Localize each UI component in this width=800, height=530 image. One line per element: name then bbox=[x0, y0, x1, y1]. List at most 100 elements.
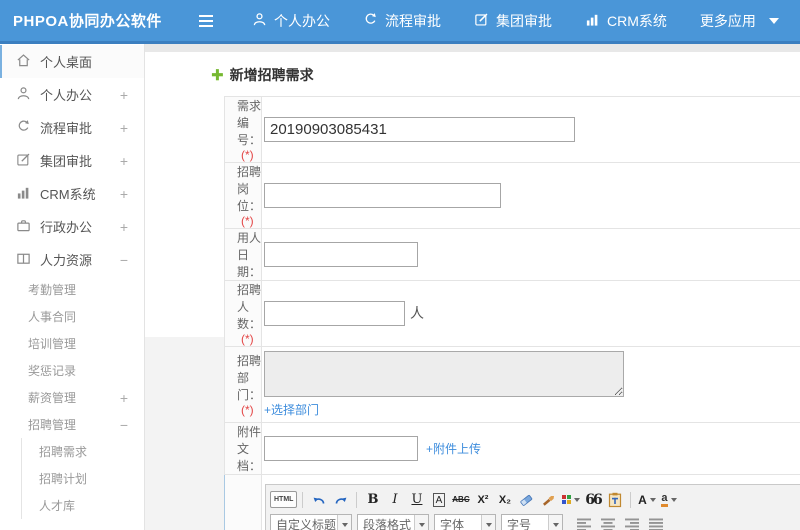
field-label: 用人日期： bbox=[237, 231, 262, 279]
align-right-button[interactable] bbox=[622, 514, 643, 530]
select-department-link[interactable]: +选择部门 bbox=[264, 401, 319, 418]
sidebar-item-human-resources[interactable]: 人力资源 − bbox=[0, 243, 144, 276]
blockquote-button[interactable]: 66 bbox=[582, 489, 603, 510]
submenu-label: 人才库 bbox=[39, 499, 76, 513]
expand-plus-icon[interactable]: + bbox=[120, 120, 128, 136]
recruit-count-input[interactable] bbox=[264, 301, 405, 326]
submenu-label: 人事合同 bbox=[28, 310, 77, 324]
caret-down-icon bbox=[649, 497, 656, 502]
redo-button[interactable] bbox=[330, 489, 351, 510]
select-value: 自定义标题 bbox=[276, 518, 337, 530]
field-label: 附件文档： bbox=[237, 425, 262, 473]
subscript-button[interactable]: X₂ bbox=[494, 489, 515, 510]
nav-crm-system[interactable]: CRM系统 bbox=[585, 11, 667, 31]
sidebar-item-label: 个人桌面 bbox=[40, 55, 93, 70]
editor-toolbar: HTML B I U A ABC X² X₂ 66 A a 自定义标题 段落格式… bbox=[266, 485, 800, 530]
font-family-select[interactable]: 字体 bbox=[434, 513, 496, 530]
sidebar-item-admin-office[interactable]: 行政办公 + bbox=[0, 210, 144, 243]
select-value: 字体 bbox=[440, 518, 465, 530]
nav-group-approval[interactable]: 集团审批 bbox=[474, 11, 552, 31]
nav-personal-office[interactable]: 个人办公 bbox=[252, 11, 330, 31]
sidebar-item-crm-system[interactable]: CRM系统 + bbox=[0, 177, 144, 210]
unit-suffix: 人 bbox=[410, 305, 424, 321]
nav-workflow-approval[interactable]: 流程审批 bbox=[363, 11, 441, 31]
attachment-input[interactable] bbox=[264, 436, 418, 461]
required-mark: (*) bbox=[241, 148, 254, 162]
align-justify-button[interactable] bbox=[646, 514, 667, 530]
sidebar-item-attendance[interactable]: 考勤管理 bbox=[0, 276, 144, 303]
editor-toolbar-row2: 自定义标题 段落格式 字体 字号 bbox=[270, 512, 800, 530]
alignment-buttons bbox=[574, 514, 667, 530]
hamburger-menu-icon[interactable] bbox=[198, 14, 214, 28]
expand-plus-icon[interactable]: + bbox=[120, 219, 128, 235]
employment-date-input[interactable] bbox=[264, 242, 418, 267]
undo-button[interactable] bbox=[308, 489, 329, 510]
source-code-button[interactable]: HTML bbox=[270, 491, 298, 508]
page-title: 新增招聘需求 bbox=[229, 67, 314, 83]
bar-chart-icon bbox=[16, 185, 31, 203]
collapse-minus-icon[interactable]: − bbox=[120, 417, 128, 433]
paste-clipboard-button[interactable] bbox=[604, 489, 625, 510]
toolbar-separator bbox=[356, 491, 358, 508]
submenu-label: 薪资管理 bbox=[28, 391, 77, 405]
bold-button[interactable]: B bbox=[362, 489, 383, 510]
sidebar-item-recruit-demand[interactable]: 招聘需求 bbox=[22, 438, 144, 465]
sidebar-item-reward-punishment[interactable]: 奖惩记录 bbox=[0, 357, 144, 384]
superscript-button[interactable]: X² bbox=[472, 489, 493, 510]
remove-format-eraser-button[interactable] bbox=[516, 489, 537, 510]
caret-down-icon bbox=[670, 497, 677, 502]
align-left-button[interactable] bbox=[574, 514, 595, 530]
top-nav: 个人办公 流程审批 集团审批 CRM系统 更多应用 bbox=[252, 11, 779, 31]
nav-more-apps[interactable]: 更多应用 bbox=[700, 11, 779, 31]
recruit-post-input[interactable] bbox=[264, 183, 501, 208]
highlight-color-button[interactable]: a bbox=[658, 489, 679, 510]
sidebar-item-recruit-management[interactable]: 招聘管理 − bbox=[0, 411, 144, 438]
italic-button[interactable]: I bbox=[384, 489, 405, 510]
sidebar-item-recruit-plan[interactable]: 招聘计划 bbox=[22, 465, 144, 492]
caret-down-icon bbox=[337, 514, 351, 530]
paragraph-format-select[interactable]: 段落格式 bbox=[357, 513, 429, 530]
sidebar-item-salary[interactable]: 薪资管理 + bbox=[0, 384, 144, 411]
department-textarea[interactable] bbox=[264, 351, 624, 397]
edit-icon bbox=[16, 152, 31, 170]
field-label: 需求编号： bbox=[237, 99, 262, 147]
color-palette-button[interactable] bbox=[560, 489, 581, 510]
submenu-label: 考勤管理 bbox=[28, 283, 77, 297]
expand-plus-icon[interactable]: + bbox=[120, 186, 128, 202]
sidebar-item-label: 集团审批 bbox=[40, 154, 93, 169]
collapse-minus-icon[interactable]: − bbox=[120, 252, 128, 268]
sidebar-item-training[interactable]: 培训管理 bbox=[0, 330, 144, 357]
align-center-button[interactable] bbox=[598, 514, 619, 530]
format-brush-button[interactable] bbox=[538, 489, 559, 510]
attachment-upload-link[interactable]: +附件上传 bbox=[426, 442, 481, 456]
sidebar-item-workflow-approval[interactable]: 流程审批 + bbox=[0, 111, 144, 144]
font-style-button[interactable]: A bbox=[432, 492, 446, 507]
custom-heading-select[interactable]: 自定义标题 bbox=[270, 513, 352, 530]
sidebar-item-label: 行政办公 bbox=[40, 220, 93, 235]
font-color-button[interactable]: A bbox=[636, 489, 657, 510]
required-mark: (*) bbox=[241, 214, 254, 228]
edit-icon bbox=[474, 12, 489, 30]
form-row: 招聘人数：(*) 人 bbox=[224, 280, 800, 347]
sidebar-item-talent-pool[interactable]: 人才库 bbox=[22, 492, 144, 519]
form-row: 招聘岗位：(*) bbox=[224, 162, 800, 229]
sidebar-item-group-approval[interactable]: 集团审批 + bbox=[0, 144, 144, 177]
expand-plus-icon[interactable]: + bbox=[120, 390, 128, 406]
process-arrow-icon bbox=[16, 119, 31, 137]
main-content: ✚ 新增招聘需求 需求编号：(*) 招聘岗位：(*) 用人日期： 招聘人数：(*… bbox=[145, 44, 800, 530]
recruit-demand-form: 需求编号：(*) 招聘岗位：(*) 用人日期： 招聘人数：(*) 人 招聘部门：… bbox=[224, 96, 800, 530]
expand-plus-icon[interactable]: + bbox=[120, 87, 128, 103]
underline-button[interactable]: U bbox=[406, 489, 427, 510]
expand-plus-icon[interactable]: + bbox=[120, 153, 128, 169]
sidebar-item-personal-office[interactable]: 个人办公 + bbox=[0, 78, 144, 111]
select-value: 段落格式 bbox=[363, 518, 412, 530]
demand-number-input[interactable] bbox=[264, 117, 575, 142]
select-value: 字号 bbox=[507, 518, 532, 530]
sidebar-item-personal-desktop[interactable]: 个人桌面 bbox=[0, 45, 144, 78]
rich-text-editor: HTML B I U A ABC X² X₂ 66 A a 自定义标题 段落格式… bbox=[265, 484, 800, 530]
required-mark: (*) bbox=[241, 332, 254, 346]
sidebar-item-hr-contract[interactable]: 人事合同 bbox=[0, 303, 144, 330]
font-size-select[interactable]: 字号 bbox=[501, 513, 563, 530]
strikethrough-button[interactable]: ABC bbox=[450, 489, 471, 510]
sidebar-item-label: 流程审批 bbox=[40, 121, 93, 136]
